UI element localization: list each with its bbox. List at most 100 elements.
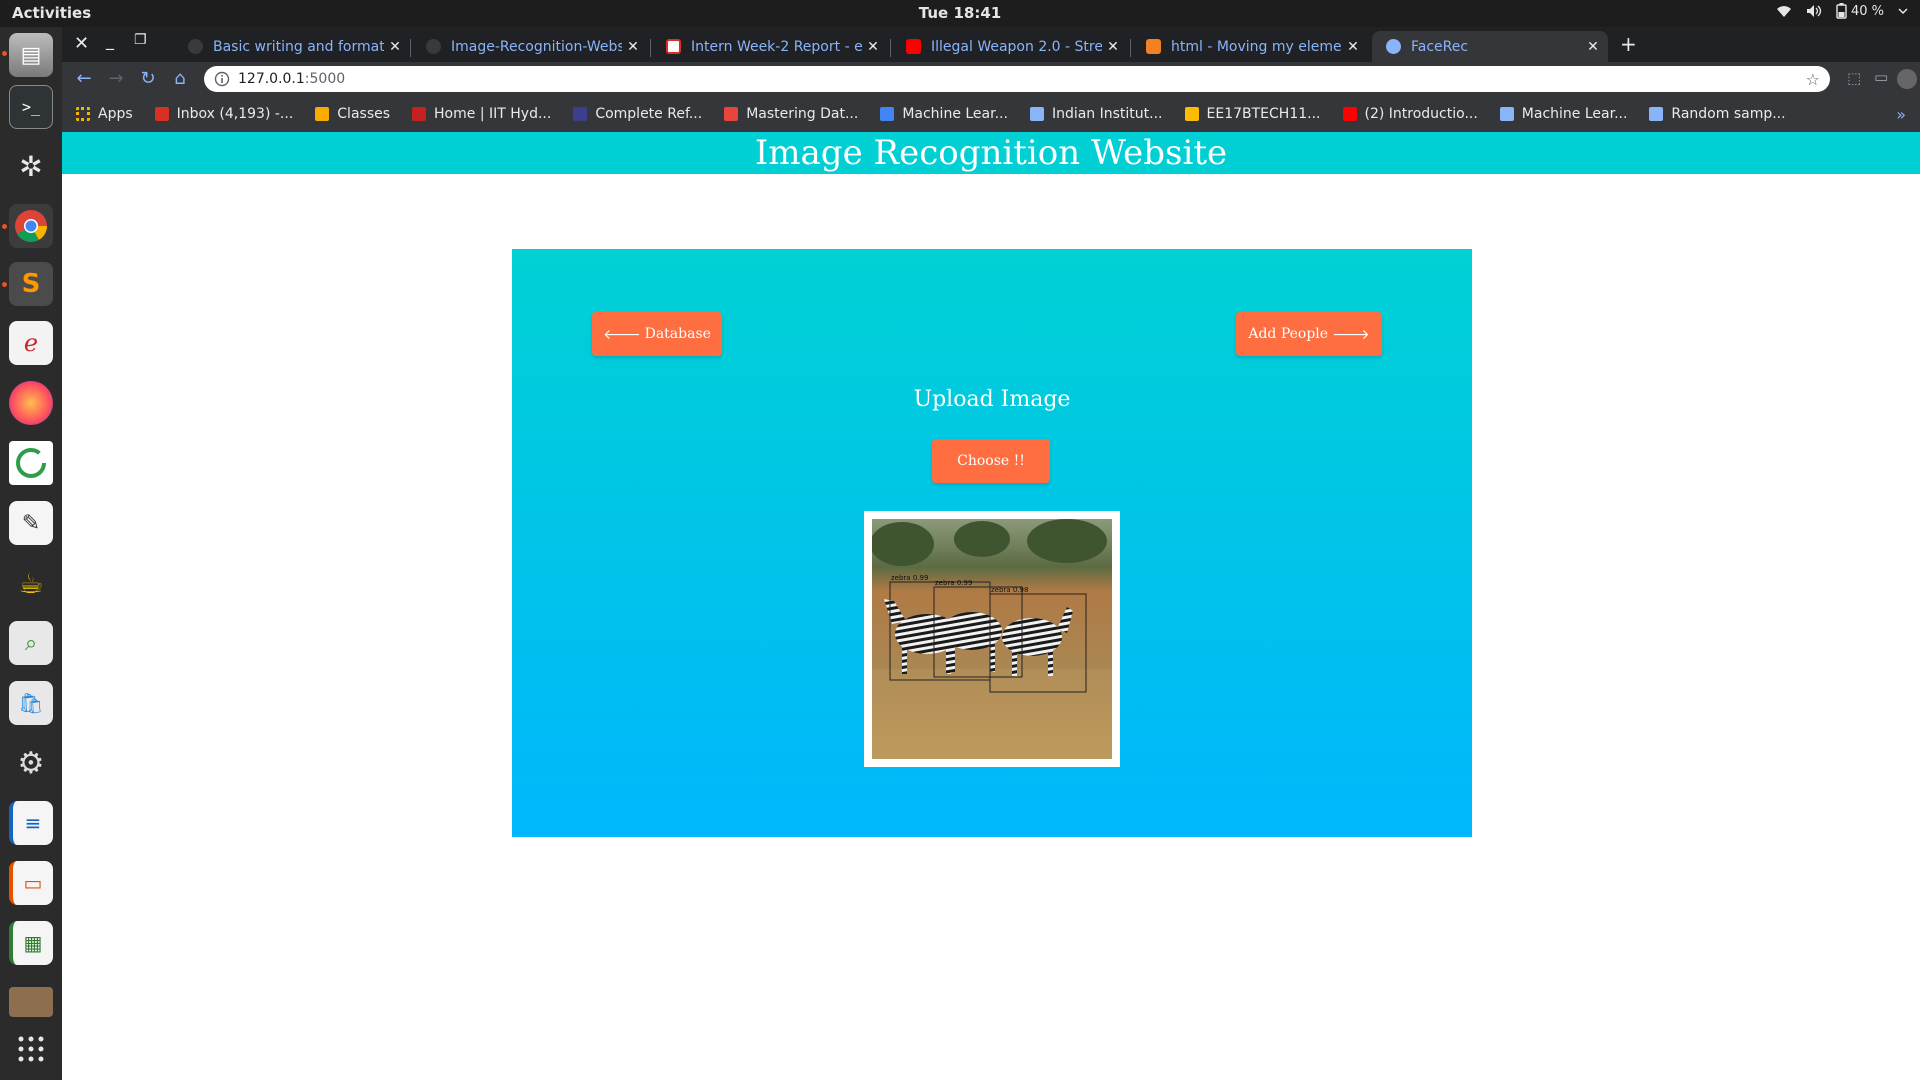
restore-window-icon[interactable]: ❐ xyxy=(134,32,147,48)
bookmark-star-icon[interactable]: ☆ xyxy=(1806,70,1820,89)
bookmarks-bar: Apps Inbox (4,193) -... Classes Home | IIT … xyxy=(62,96,1920,132)
bookmark-item[interactable]: Mastering Dat... xyxy=(724,106,858,122)
bookmark-item[interactable]: Machine Lear... xyxy=(1499,106,1628,122)
close-tab-icon[interactable]: ✕ xyxy=(1342,39,1364,55)
tab-stackoverflow[interactable]: html - Moving my element ✕ xyxy=(1132,31,1368,62)
teapot-app-icon[interactable]: ☕ xyxy=(9,561,53,605)
bookmark-item[interactable]: Inbox (4,193) -... xyxy=(154,106,293,122)
tab-separator xyxy=(890,39,891,57)
window-controls: ✕ _ ❐ xyxy=(62,27,162,62)
url-host: 127.0.0.1 xyxy=(238,71,305,87)
terminal-app-icon[interactable]: >_ xyxy=(9,85,53,129)
tab-illegal-weapon[interactable]: Illegal Weapon 2.0 - Street ✕ xyxy=(892,31,1128,62)
info-icon xyxy=(214,71,230,87)
new-tab-icon[interactable]: + xyxy=(1620,32,1637,56)
sublime-text-app-icon[interactable]: S xyxy=(9,262,53,306)
bookmark-icon xyxy=(724,107,739,121)
address-bar[interactable]: 127.0.0.1:5000 ☆ xyxy=(204,66,1830,92)
tab-facerec[interactable]: FaceRec ✕ xyxy=(1372,31,1608,62)
browser-toolbar: ← → ↻ ⌂ 127.0.0.1:5000 ☆ ⬚ ▭ xyxy=(62,62,1920,96)
bookmark-label: Random samp... xyxy=(1671,106,1786,122)
home-icon[interactable]: ⌂ xyxy=(168,67,192,91)
bookmark-icon xyxy=(1649,107,1664,121)
site-header: Image Recognition Website xyxy=(62,132,1920,174)
url-text: 127.0.0.1:5000 xyxy=(238,71,345,87)
close-window-icon[interactable]: ✕ xyxy=(74,33,89,54)
opera-extension-icon[interactable] xyxy=(1897,69,1917,89)
choose-button-label: Choose !! xyxy=(957,453,1025,469)
bookmark-item[interactable]: (2) Introductio... xyxy=(1342,106,1478,122)
youtube-icon xyxy=(906,39,921,54)
impress-app-icon[interactable]: ▭ xyxy=(9,861,53,905)
writer-app-icon[interactable]: ≡ xyxy=(9,801,53,845)
tab-title: FaceRec xyxy=(1411,38,1469,55)
bookmark-label: Home | IIT Hyd... xyxy=(434,106,552,122)
close-tab-icon[interactable]: ✕ xyxy=(1102,39,1124,55)
files-app-icon[interactable]: ▤ xyxy=(9,33,53,77)
chrome-app-icon[interactable] xyxy=(9,204,53,248)
back-arrow-icon[interactable]: ← xyxy=(72,67,96,91)
database-button[interactable]: 🡐 Database xyxy=(592,312,722,356)
bookmark-item[interactable]: Indian Institut... xyxy=(1029,106,1163,122)
close-tab-icon[interactable]: ✕ xyxy=(622,39,644,55)
bookmark-label: (2) Introductio... xyxy=(1364,106,1478,122)
clock[interactable]: Tue 18:41 xyxy=(0,4,1920,22)
forward-arrow-icon[interactable]: → xyxy=(104,67,128,91)
system-tray[interactable]: 40 % xyxy=(1776,3,1908,19)
cast-icon[interactable]: ▭ xyxy=(1874,68,1888,86)
url-port: :5000 xyxy=(304,71,346,87)
bookmark-item[interactable]: Machine Lear... xyxy=(880,106,1008,122)
bookmark-item[interactable]: Apps xyxy=(76,106,133,122)
bookmark-item[interactable]: Complete Ref... xyxy=(573,106,702,122)
archive-app-icon[interactable] xyxy=(9,987,53,1017)
add-people-button-label: Add People xyxy=(1248,326,1329,342)
bookmark-icon xyxy=(1184,107,1199,121)
stackoverflow-icon xyxy=(1146,39,1161,54)
coursera-icon xyxy=(1029,107,1044,121)
tab-intern-report[interactable]: Intern Week-2 Report - ee ✕ xyxy=(652,31,888,62)
tab-separator xyxy=(650,39,651,57)
choose-file-button[interactable]: Choose !! xyxy=(932,439,1050,483)
software-center-app-icon[interactable]: 🛍 xyxy=(9,681,53,725)
circle-app-icon[interactable] xyxy=(9,441,53,485)
bookmark-label: Apps xyxy=(98,106,133,122)
close-tab-icon[interactable]: ✕ xyxy=(1582,39,1604,55)
bookmarks-overflow-icon[interactable]: » xyxy=(1896,105,1906,124)
extension-icon[interactable]: ⬚ xyxy=(1847,69,1861,87)
web-page: Image Recognition Website 🡐 Database Add… xyxy=(62,132,1920,1080)
add-people-button[interactable]: Add People 🡒 xyxy=(1236,312,1382,356)
bookmark-item[interactable]: EE17BTECH11... xyxy=(1184,106,1321,122)
youtube-icon xyxy=(1342,107,1357,121)
iith-icon xyxy=(412,107,427,121)
volume-icon xyxy=(1806,5,1822,17)
calc-app-icon[interactable]: ▦ xyxy=(9,921,53,965)
evince-app-icon[interactable]: ℯ xyxy=(9,321,53,365)
app-grid-icon xyxy=(18,1036,44,1062)
bookmark-item[interactable]: Classes xyxy=(315,106,390,122)
running-indicator xyxy=(2,51,7,56)
globe-icon xyxy=(1386,39,1401,54)
running-indicator xyxy=(2,224,7,229)
image-viewer-app-icon[interactable]: ⌕ xyxy=(9,621,53,665)
apps-grid-icon xyxy=(76,107,90,121)
bookmark-item[interactable]: Home | IIT Hyd... xyxy=(412,106,551,122)
close-tab-icon[interactable]: ✕ xyxy=(384,39,406,55)
network-app-icon[interactable]: ✲ xyxy=(9,144,53,188)
settings-app-icon[interactable]: ⚙ xyxy=(9,741,53,785)
reload-icon[interactable]: ↻ xyxy=(136,67,160,91)
bookmark-icon xyxy=(573,107,588,121)
coursera-icon xyxy=(1499,107,1514,121)
show-applications-icon[interactable] xyxy=(9,1027,53,1071)
text-editor-app-icon[interactable]: ✎ xyxy=(9,501,53,545)
firefox-app-icon[interactable] xyxy=(9,381,53,425)
bookmark-label: Machine Lear... xyxy=(902,106,1008,122)
tab-separator xyxy=(1130,39,1131,57)
minimize-window-icon[interactable]: _ xyxy=(106,31,114,50)
close-tab-icon[interactable]: ✕ xyxy=(862,39,884,55)
bookmark-item[interactable]: Random samp... xyxy=(1649,106,1786,122)
tab-title: Basic writing and formatt xyxy=(213,38,384,55)
tab-basic-writing[interactable]: Basic writing and formatt ✕ xyxy=(174,31,410,62)
bookmark-icon xyxy=(880,107,895,121)
bookmark-label: Machine Lear... xyxy=(1521,106,1628,122)
tab-image-recognition-repo[interactable]: Image-Recognition-Websi ✕ xyxy=(412,31,648,62)
